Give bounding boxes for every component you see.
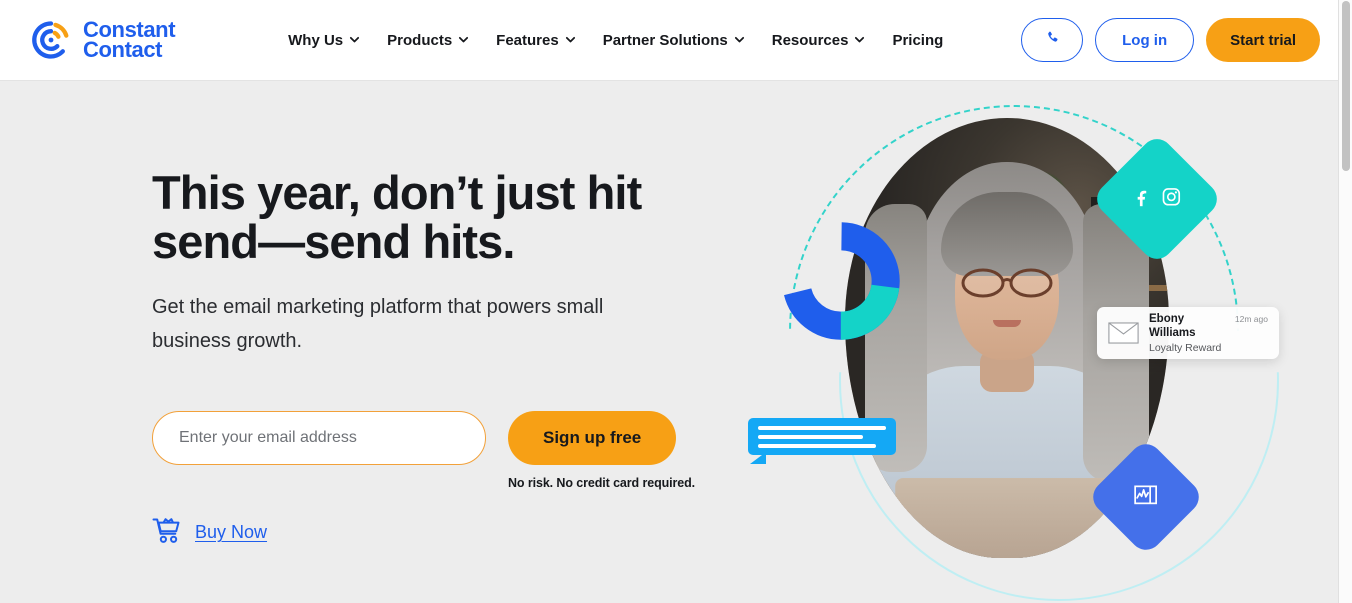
login-button[interactable]: Log in	[1095, 18, 1195, 62]
nav-item-pricing[interactable]: Pricing	[892, 32, 943, 49]
scrollbar-thumb[interactable]	[1342, 1, 1350, 171]
chevron-down-icon	[734, 34, 744, 44]
nav-item-partner-solutions[interactable]: Partner Solutions	[603, 32, 744, 49]
chevron-down-icon	[349, 34, 360, 44]
notification-timestamp: 12m ago	[1234, 314, 1268, 324]
nav-label: Why Us	[288, 31, 344, 49]
nav-item-why-us[interactable]: Why Us	[288, 31, 360, 49]
signup-disclaimer: No risk. No credit card required.	[508, 476, 696, 490]
signup-free-button[interactable]: Sign up free	[508, 411, 677, 465]
notification-sender: Ebony Williams	[1149, 312, 1196, 339]
chevron-down-icon	[854, 34, 865, 44]
hero-subheading: Get the email marketing platform that po…	[152, 296, 604, 352]
email-input[interactable]	[152, 411, 486, 465]
brand-name-line2: Contact	[83, 37, 163, 62]
brand-name: Constant Contact	[83, 19, 176, 62]
vertical-scrollbar[interactable]	[1338, 0, 1352, 603]
nav-item-resources[interactable]: Resources	[772, 32, 865, 49]
site-header: Constant Contact Why Us Products Feature…	[0, 0, 1338, 81]
constant-contact-swirl-icon	[28, 17, 74, 63]
envelope-icon	[1108, 322, 1139, 344]
notification-text: Ebony Williams Loyalty Reward	[1149, 312, 1225, 355]
nav-label: Features	[496, 31, 559, 49]
chat-bubble-icon	[748, 418, 896, 455]
main-navigation: Why Us Products Features Partner Solutio…	[288, 32, 943, 49]
nav-label: Products	[387, 31, 453, 49]
headline-line-2: send—send hits.	[152, 215, 515, 268]
nav-item-products[interactable]: Products	[387, 31, 469, 49]
chevron-down-icon	[458, 34, 469, 44]
page-root: Constant Contact Why Us Products Feature…	[0, 0, 1352, 603]
nav-item-features[interactable]: Features	[496, 32, 575, 49]
hero-content: This year, don’t just hit send—send hits…	[152, 168, 712, 549]
start-trial-button[interactable]: Start trial	[1206, 18, 1320, 62]
nav-label: Pricing	[892, 31, 944, 49]
header-actions: Log in Start trial	[1021, 18, 1320, 62]
buy-now-link[interactable]: Buy Now	[152, 516, 712, 549]
page-title: This year, don’t just hit send—send hits…	[152, 168, 712, 266]
chevron-down-icon	[565, 34, 575, 44]
login-label: Log in	[1122, 31, 1168, 49]
signup-form: Sign up free	[152, 411, 712, 465]
shopping-cart-icon	[152, 516, 182, 549]
donut-chart-icon	[782, 222, 900, 340]
start-trial-label: Start trial	[1230, 31, 1296, 49]
analytics-chart-icon	[1133, 482, 1159, 513]
nav-label: Resources	[771, 31, 849, 49]
email-notification-card[interactable]: Ebony Williams Loyalty Reward 12m ago	[1097, 307, 1279, 359]
instagram-icon	[1161, 186, 1182, 212]
phone-button[interactable]	[1021, 18, 1084, 62]
brand-logo[interactable]: Constant Contact	[28, 17, 176, 63]
buy-now-label: Buy Now	[195, 522, 268, 542]
headline-line-1: This year, don’t just hit	[152, 166, 642, 219]
facebook-icon	[1133, 187, 1152, 211]
phone-handset-icon	[1044, 29, 1061, 51]
notification-subject: Loyalty Reward	[1149, 341, 1222, 354]
nav-label: Partner Solutions	[602, 31, 728, 49]
